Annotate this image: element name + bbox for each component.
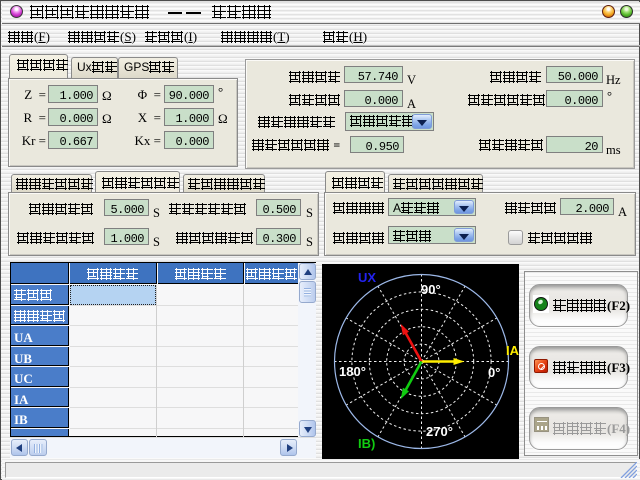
svg-text:IB): IB) <box>358 436 375 451</box>
svg-text:270°: 270° <box>426 424 453 439</box>
svg-text:180°: 180° <box>339 364 366 379</box>
svg-text:UX: UX <box>358 270 376 285</box>
svg-text:0°: 0° <box>488 365 500 380</box>
svg-text:90°: 90° <box>421 282 441 297</box>
svg-text:IA: IA <box>506 343 519 358</box>
